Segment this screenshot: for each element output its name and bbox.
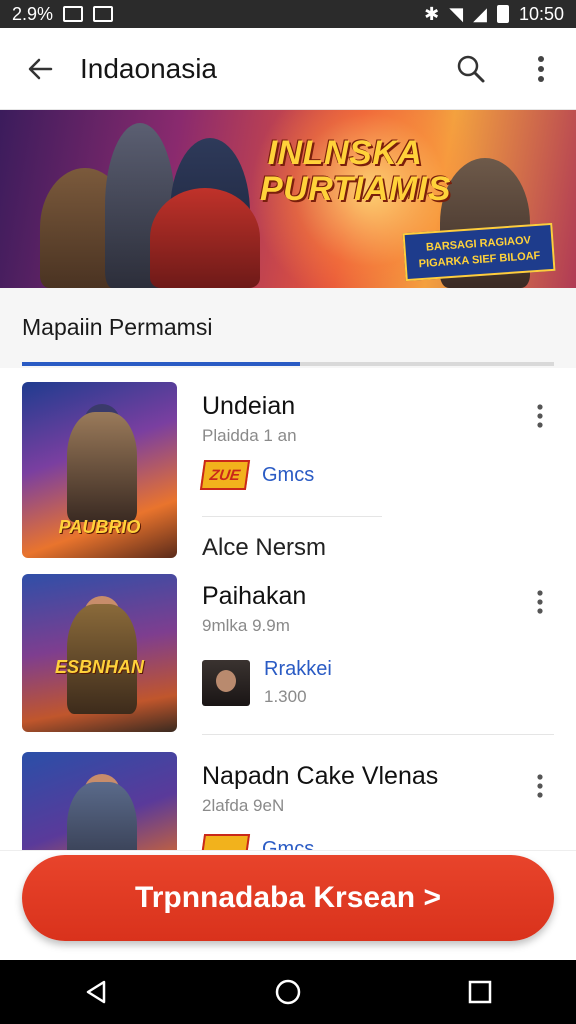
publisher-link[interactable]: Gmcs xyxy=(262,464,314,487)
hero-figure-4 xyxy=(150,188,260,288)
item-more-button[interactable] xyxy=(522,766,558,806)
game-thumbnail[interactable] xyxy=(22,752,177,850)
creator-link[interactable]: Rrakkei xyxy=(264,658,332,681)
item-subtitle: 9mlka 9.9m xyxy=(202,616,290,635)
clock: 10:50 xyxy=(518,3,564,24)
battery-icon xyxy=(496,5,509,23)
publisher-badge xyxy=(199,834,251,850)
battery-percent: 2.9% xyxy=(12,3,54,24)
thumb-caption: ESBNHAN xyxy=(54,657,144,677)
nav-back-icon xyxy=(86,980,106,1004)
cta-container: Trpnnadaba Krsean > xyxy=(0,850,576,960)
wifi-icon: ◥ xyxy=(449,3,464,24)
thumb-caption: PAUBRIO xyxy=(58,517,141,537)
tab-indicator xyxy=(22,362,300,366)
game-thumbnail[interactable]: ESBNHAN xyxy=(22,574,177,732)
nav-home-button[interactable] xyxy=(258,962,318,1022)
primary-cta-button[interactable]: Trpnnadaba Krsean > xyxy=(22,855,554,941)
item-subtitle: Plaidda 1 an xyxy=(202,426,297,445)
more-vert-icon xyxy=(537,404,543,428)
signal-icon: ◢ xyxy=(473,3,487,24)
download-count: 1.300 xyxy=(264,687,307,706)
overflow-menu-button[interactable] xyxy=(506,28,576,110)
photo-notification-icon xyxy=(63,6,84,22)
message-notification-icon xyxy=(93,6,114,22)
divider xyxy=(202,734,554,735)
app-bar: Indaonasia xyxy=(0,28,576,110)
more-vert-icon xyxy=(537,774,543,798)
divider xyxy=(202,516,382,517)
publisher-badge: ZUE xyxy=(199,460,251,490)
nav-back-button[interactable] xyxy=(66,962,126,1022)
nav-recents-button[interactable] xyxy=(450,962,510,1022)
creator-avatar xyxy=(202,659,250,706)
promo-banner[interactable]: INLNSKA PURTIAMIS BARSAGI RAGIAOV PIGARK… xyxy=(0,110,576,288)
banner-tag: BARSAGI RAGIAOV PIGARKA SIEF BILOAF xyxy=(402,222,556,282)
item-meta: Rrakkei 1.300 xyxy=(202,658,332,707)
nav-home-icon xyxy=(275,979,301,1005)
status-bar: 2.9% ✱ ◥ ◢ 10:50 xyxy=(0,0,576,28)
section-header: Mapaiin Permamsi xyxy=(0,288,576,368)
back-arrow-icon xyxy=(28,58,53,79)
system-nav-bar xyxy=(0,960,576,1024)
search-button[interactable] xyxy=(436,28,506,110)
back-button[interactable] xyxy=(0,28,80,110)
item-title[interactable]: Napadn Cake Vlenas xyxy=(202,762,438,791)
publisher-link[interactable]: Gmcs xyxy=(262,838,314,851)
bluetooth-icon: ✱ xyxy=(424,3,440,24)
subsection-label: Alce Nersm xyxy=(202,534,327,561)
item-meta: Gmcs xyxy=(199,834,314,851)
more-vert-icon xyxy=(538,55,544,82)
search-icon xyxy=(457,55,485,82)
game-thumbnail[interactable]: PAUBRIO xyxy=(22,382,177,558)
banner-headline: INLNSKA PURTIAMIS xyxy=(260,134,451,208)
more-vert-icon xyxy=(537,590,543,614)
item-more-button[interactable] xyxy=(522,396,558,436)
section-label: Mapaiin Permamsi xyxy=(22,314,213,340)
item-more-button[interactable] xyxy=(522,582,558,622)
item-title[interactable]: Paihakan xyxy=(202,582,306,611)
page-title: Indaonasia xyxy=(80,52,218,84)
game-list: PAUBRIO Undeian Plaidda 1 an ZUE Gmcs Al… xyxy=(0,368,576,850)
item-title[interactable]: Undeian xyxy=(202,392,295,421)
item-meta: ZUE Gmcs xyxy=(199,460,314,490)
nav-recents-icon xyxy=(468,980,492,1004)
item-subtitle: 2lafda 9eN xyxy=(202,796,285,815)
